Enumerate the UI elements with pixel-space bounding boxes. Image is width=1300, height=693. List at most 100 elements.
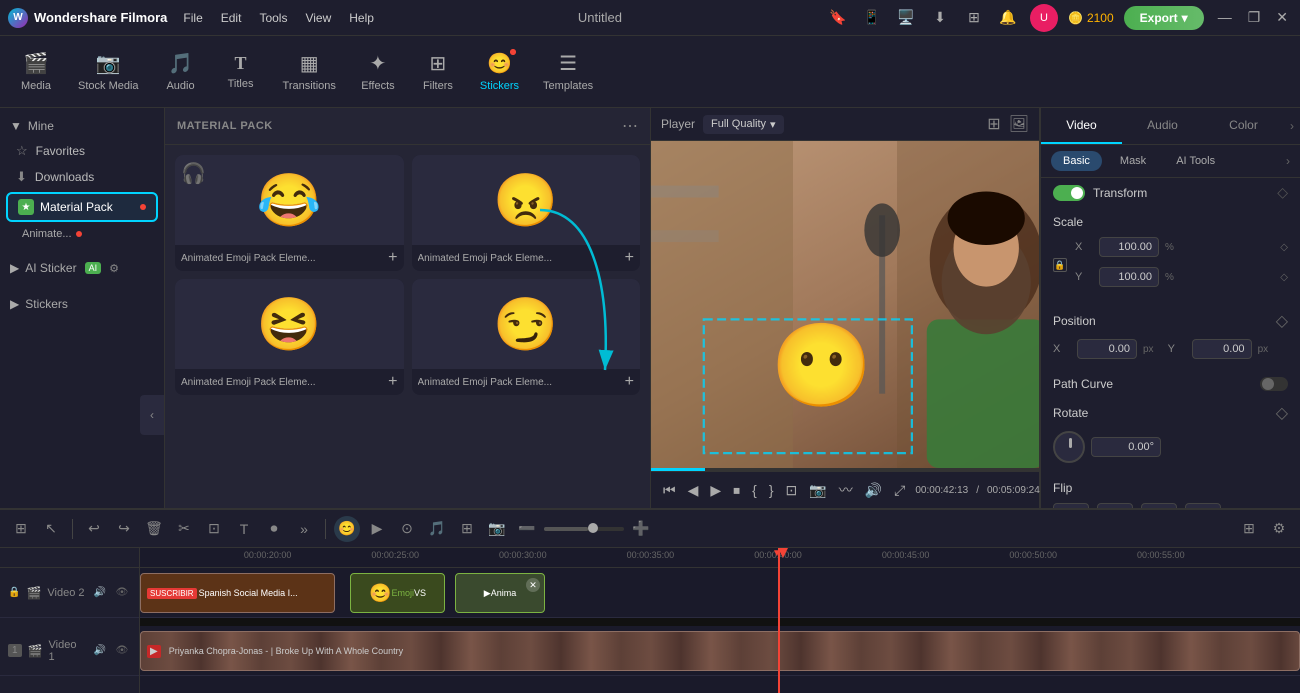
toolbar-filters[interactable]: ⊞ Filters — [410, 45, 466, 98]
player-quality-selector[interactable]: Full Quality ▾ — [703, 115, 784, 134]
menu-tools[interactable]: Tools — [259, 11, 287, 25]
sticker-item-3[interactable]: 😆 Animated Emoji Pack Eleme... + — [175, 279, 404, 395]
scale-x-input[interactable] — [1099, 237, 1159, 257]
tl-stabilize-icon[interactable]: ⊙ — [394, 516, 420, 542]
motion-icon[interactable]: 〰 — [837, 478, 855, 502]
tab-color[interactable]: Color — [1203, 108, 1284, 144]
tl-delete-icon[interactable]: 🗑 — [141, 516, 167, 542]
tl-lock-icon[interactable]: 🔒 — [8, 587, 20, 598]
downloads-item[interactable]: ⬇ Downloads — [0, 164, 164, 190]
subtab-basic[interactable]: Basic — [1051, 151, 1102, 171]
scale-y-keyframe-icon[interactable]: ◇ — [1280, 272, 1288, 283]
favorites-item[interactable]: ☆ Favorites — [0, 138, 164, 164]
ai-sticker-header[interactable]: ▶ AI Sticker AI ⚙ — [0, 256, 164, 280]
video2-eye-icon[interactable]: 👁 — [113, 584, 131, 602]
apps-icon[interactable]: ⊞ — [962, 6, 986, 30]
tl-crop-icon[interactable]: ⊡ — [201, 516, 227, 542]
sticker-add-1[interactable]: + — [388, 249, 397, 267]
compare-view-icon[interactable]: 🖼 — [1009, 114, 1029, 134]
tl-grid-icon[interactable]: ⊞ — [1236, 516, 1262, 542]
menu-edit[interactable]: Edit — [221, 11, 242, 25]
set-in-icon[interactable]: { — [750, 480, 759, 500]
tl-zoom-track[interactable] — [544, 527, 624, 531]
pos-x-input[interactable] — [1077, 339, 1137, 359]
stickers-section-header[interactable]: ▶ Stickers — [0, 292, 164, 316]
scale-x-keyframe-icon[interactable]: ◇ — [1280, 242, 1288, 253]
close-button[interactable]: ✕ — [1272, 7, 1292, 28]
clip-video1[interactable]: ▶ Priyanka Chopra-Jonas - | Broke Up Wit… — [140, 631, 1300, 671]
tl-ai-icon[interactable]: ⊞ — [454, 516, 480, 542]
pos-y-input[interactable] — [1192, 339, 1252, 359]
tl-settings-icon[interactable]: ⚙ — [1266, 516, 1292, 542]
tab-audio[interactable]: Audio — [1122, 108, 1203, 144]
tl-more-icon[interactable]: » — [291, 516, 317, 542]
video2-speaker-icon[interactable]: 🔊 — [91, 584, 109, 602]
add-to-tl-icon[interactable]: ⊡ — [784, 480, 800, 501]
position-keyframe-icon[interactable]: ◇ — [1276, 311, 1288, 331]
stop-icon[interactable]: ⏹ — [731, 480, 742, 501]
tl-camera-icon[interactable]: 📷 — [484, 516, 510, 542]
monitor-icon[interactable]: 🖥️ — [894, 6, 918, 30]
player-timeline-progress[interactable] — [651, 468, 1039, 471]
scale-y-input[interactable] — [1099, 267, 1159, 287]
panel-collapse-button[interactable]: ‹ — [140, 395, 164, 435]
play-icon[interactable]: ▶ — [708, 480, 723, 501]
tl-zoom-out-icon[interactable]: ➖ — [514, 516, 540, 542]
menu-file[interactable]: File — [183, 11, 202, 25]
tl-cut-icon[interactable]: ✂ — [171, 516, 197, 542]
video1-speaker-icon[interactable]: 🔊 — [91, 642, 109, 660]
sticker-menu-icon[interactable]: ⋯ — [622, 116, 638, 136]
mine-section-header[interactable]: ▼ Mine — [0, 114, 164, 138]
menu-view[interactable]: View — [305, 11, 331, 25]
bell-icon[interactable]: 🔔 — [996, 6, 1020, 30]
rotate-input[interactable] — [1091, 437, 1161, 457]
toolbar-effects[interactable]: ✦ Effects — [350, 45, 406, 98]
toolbar-media[interactable]: 🎬 Media — [8, 45, 64, 98]
sticker-item-4[interactable]: 😏 Animated Emoji Pack Eleme... + — [412, 279, 641, 395]
sub-tabs-more-icon[interactable]: › — [1286, 154, 1290, 168]
clip-video2c-remove[interactable]: ✕ — [526, 578, 540, 592]
subtab-mask[interactable]: Mask — [1108, 151, 1158, 171]
clip-video2c[interactable]: ▶ Anima ✕ — [455, 573, 545, 613]
tl-undo-icon[interactable]: ↩ — [81, 516, 107, 542]
sticker-add-4[interactable]: + — [625, 373, 634, 391]
toolbar-titles[interactable]: T Titles — [213, 47, 269, 96]
toolbar-stock[interactable]: 📷 Stock Media — [68, 45, 149, 98]
subtab-ai-tools[interactable]: AI Tools — [1164, 151, 1227, 171]
tl-select-icon[interactable]: ↖ — [38, 516, 64, 542]
toolbar-templates[interactable]: ☰ Templates — [533, 45, 603, 98]
tl-preview-icon[interactable]: ▶ — [364, 516, 390, 542]
toolbar-transitions[interactable]: ▦ Transitions — [273, 45, 346, 98]
tabs-chevron-icon[interactable]: › — [1284, 109, 1300, 143]
flip-vertical-button[interactable]: ⇄ — [1097, 503, 1133, 508]
tl-redo-icon[interactable]: ↪ — [111, 516, 137, 542]
more-icon[interactable]: ⤢ — [892, 480, 907, 501]
toolbar-audio[interactable]: 🎵 Audio — [153, 45, 209, 98]
video1-eye-icon[interactable]: 👁 — [113, 642, 131, 660]
export-button[interactable]: Export ▾ — [1124, 6, 1204, 30]
tl-audio-icon[interactable]: 🎵 — [424, 516, 450, 542]
menu-help[interactable]: Help — [349, 11, 374, 25]
flip-horizontal-button[interactable]: ⇅ — [1053, 503, 1089, 508]
set-out-icon[interactable]: } — [767, 480, 776, 500]
tl-sticker-icon[interactable]: 😊 — [334, 516, 360, 542]
grid-view-icon[interactable]: ⊞ — [987, 114, 1000, 134]
bookmark-icon[interactable]: 🔖 — [826, 6, 850, 30]
animated-sub-item[interactable]: Animate... — [0, 224, 164, 244]
user-avatar[interactable]: U — [1030, 4, 1058, 32]
maximize-button[interactable]: ❐ — [1244, 7, 1265, 28]
tl-split-view-icon[interactable]: ⊞ — [8, 516, 34, 542]
lock-icon[interactable]: 🔒 — [1053, 258, 1067, 272]
minimize-button[interactable]: — — [1214, 7, 1236, 28]
path-curve-toggle[interactable] — [1260, 377, 1288, 391]
rotate-keyframe-icon[interactable]: ◇ — [1276, 403, 1288, 423]
download-icon[interactable]: ⬇ — [928, 6, 952, 30]
sticker-item-2[interactable]: 😠 Animated Emoji Pack Eleme... + — [412, 155, 641, 271]
skip-back-icon[interactable]: ⏮ — [661, 480, 678, 501]
toolbar-stickers[interactable]: 😊 Stickers — [470, 45, 529, 98]
sticker-item-1[interactable]: 😂 🎧 Animated Emoji Pack Eleme... + — [175, 155, 404, 271]
tab-video[interactable]: Video — [1041, 108, 1122, 144]
clip-video2a[interactable]: SUSCRIBIR Spanish Social Media I... — [140, 573, 335, 613]
flip-alt1-button[interactable]: ⬚ — [1141, 503, 1177, 508]
transform-toggle[interactable] — [1053, 185, 1085, 201]
